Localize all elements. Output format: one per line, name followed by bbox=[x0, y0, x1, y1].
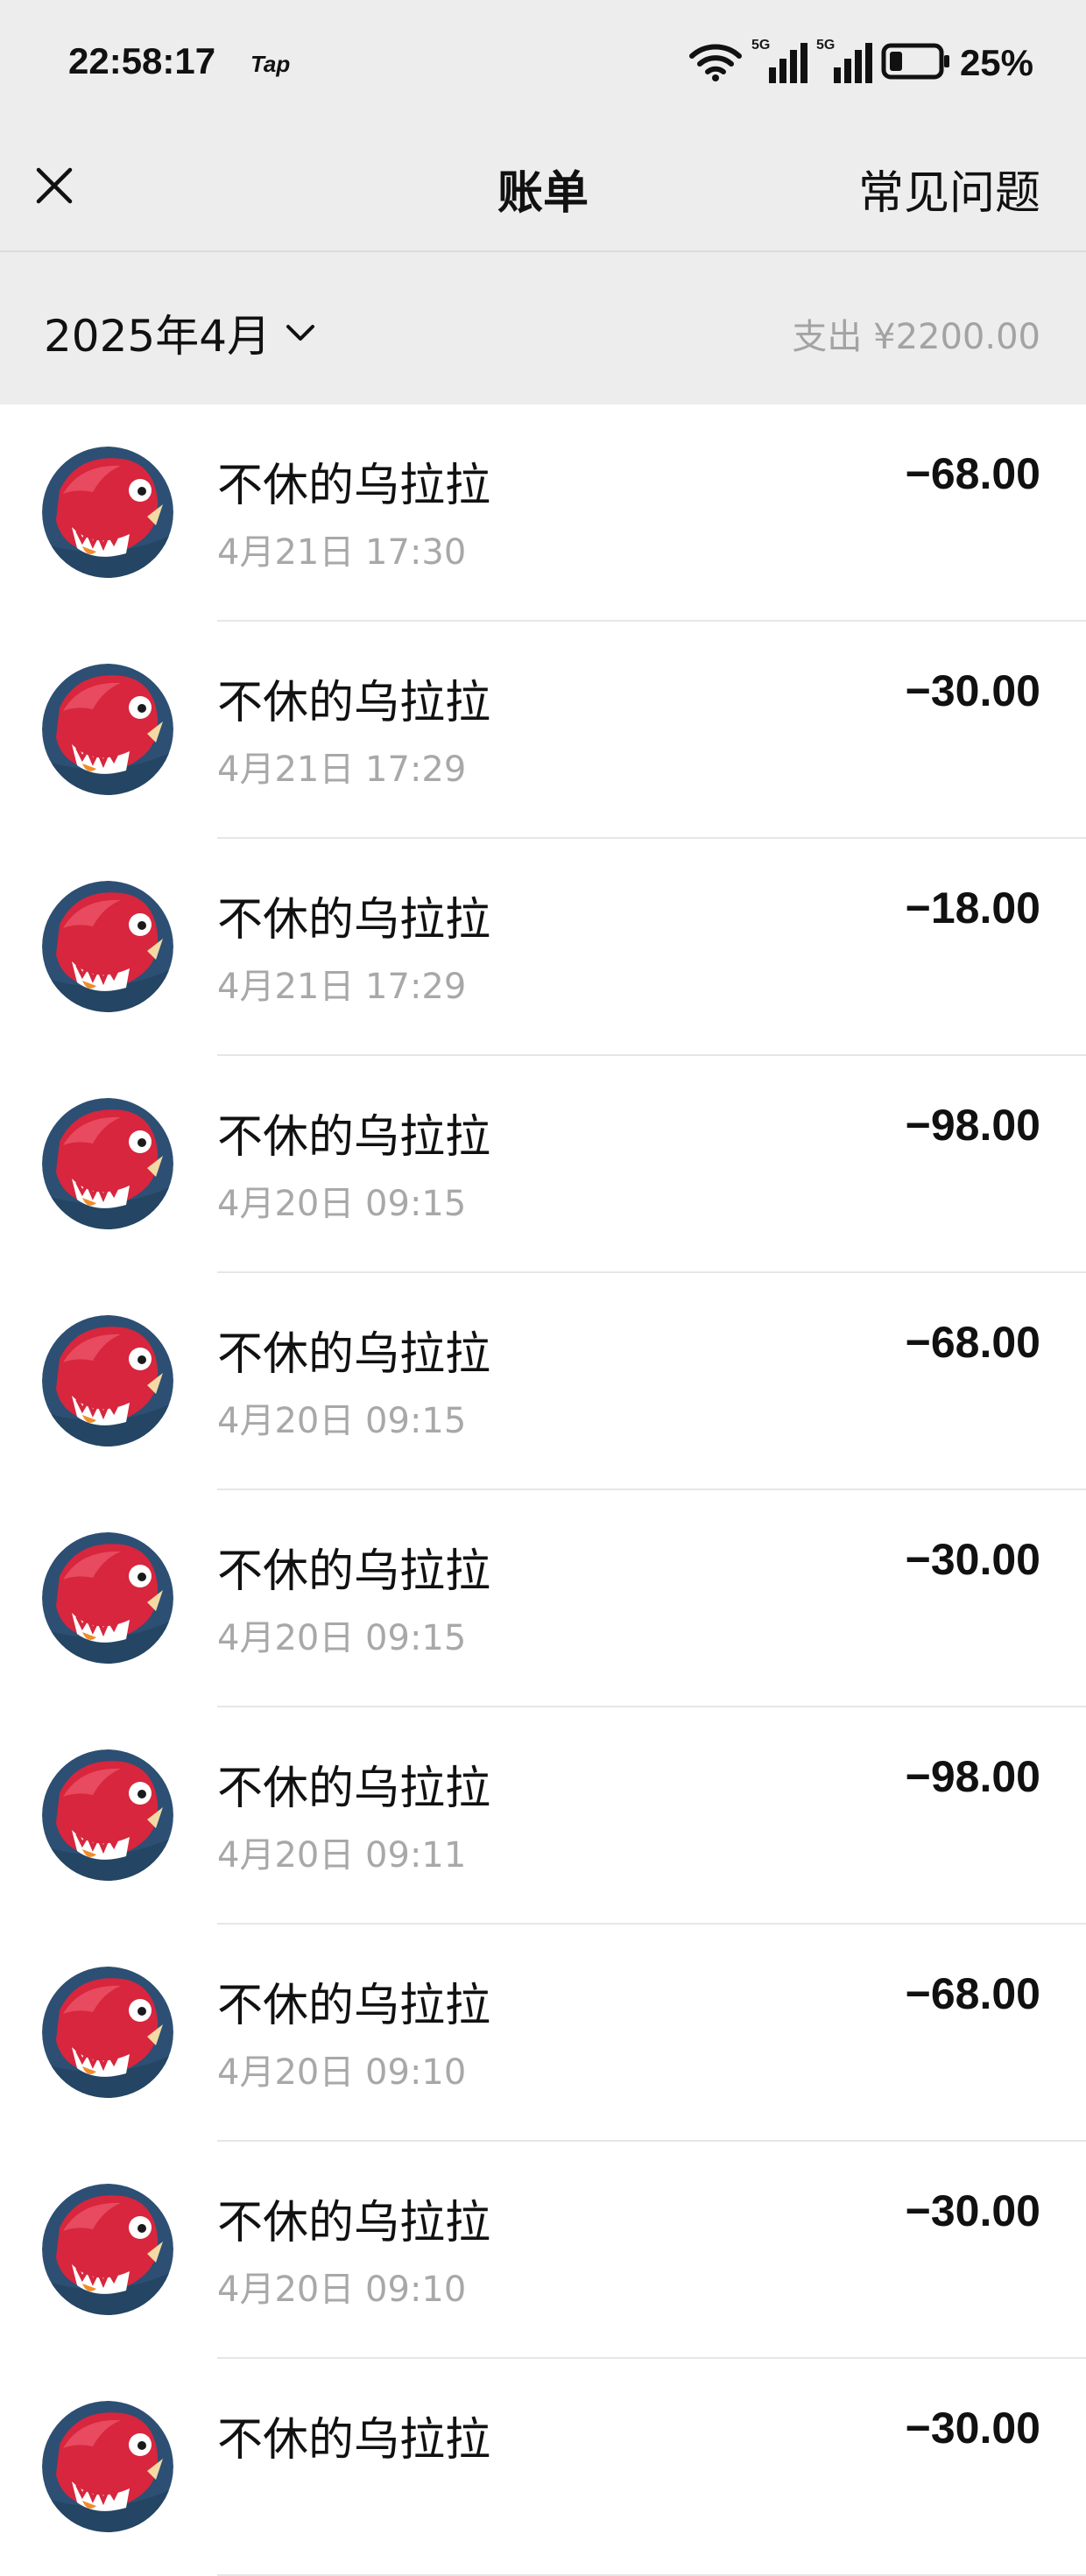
month-bar: 2025年4月 支出 ¥2200.00 bbox=[0, 252, 1086, 405]
transaction-time: 4月20日 09:15 bbox=[217, 1401, 467, 1441]
transaction-row[interactable]: 不休的乌拉拉 4月21日 17:30 −68.00 bbox=[0, 405, 1086, 622]
transaction-time: 4月20日 09:15 bbox=[217, 1618, 467, 1658]
transaction-merchant: 不休的乌拉拉 bbox=[217, 2197, 491, 2249]
transaction-merchant: 不休的乌拉拉 bbox=[217, 1545, 491, 1598]
cellular-signal-icon-2: 5G bbox=[815, 38, 872, 85]
avatar bbox=[42, 2184, 173, 2315]
red-dinosaur-avatar-icon bbox=[42, 1532, 173, 1664]
transaction-merchant: 不休的乌拉拉 bbox=[217, 894, 491, 947]
transaction-merchant: 不休的乌拉拉 bbox=[217, 1328, 491, 1381]
transaction-amount: −30.00 bbox=[905, 2404, 1040, 2453]
battery-percentage: 25% bbox=[959, 42, 1033, 83]
wifi-icon bbox=[688, 40, 743, 86]
red-dinosaur-avatar-icon bbox=[42, 447, 173, 578]
transaction-amount: −30.00 bbox=[905, 666, 1040, 715]
red-dinosaur-avatar-icon bbox=[42, 1967, 173, 2098]
status-time: 22:58:17 bbox=[68, 40, 216, 81]
transaction-row[interactable]: 不休的乌拉拉 4月20日 09:10 −30.00 bbox=[0, 2142, 1086, 2359]
transaction-list: 不休的乌拉拉 4月21日 17:30 −68.00 不休的乌拉拉 4月21日 1… bbox=[0, 405, 1086, 2576]
transaction-amount: −98.00 bbox=[905, 1752, 1040, 1801]
transaction-merchant: 不休的乌拉拉 bbox=[217, 460, 491, 512]
red-dinosaur-avatar-icon bbox=[42, 664, 173, 795]
network-type-label: 5G bbox=[751, 38, 771, 53]
transaction-row[interactable]: 不休的乌拉拉 4月20日 09:10 −68.00 bbox=[0, 1925, 1086, 2142]
red-dinosaur-avatar-icon bbox=[42, 1749, 173, 1881]
transaction-amount: −68.00 bbox=[905, 1969, 1040, 2018]
transaction-amount: −68.00 bbox=[905, 449, 1040, 498]
transaction-row[interactable]: 不休的乌拉拉 4月20日 09:11 −98.00 bbox=[0, 1707, 1086, 1925]
transaction-amount: −30.00 bbox=[905, 2186, 1040, 2235]
transaction-time: 4月20日 09:10 bbox=[217, 2052, 467, 2093]
avatar bbox=[42, 664, 173, 795]
chevron-down-icon bbox=[286, 325, 315, 341]
month-selector[interactable]: 2025年4月 bbox=[44, 301, 318, 364]
avatar bbox=[42, 1098, 173, 1229]
transaction-time: 4月20日 09:15 bbox=[217, 1184, 467, 1224]
transaction-merchant: 不休的乌拉拉 bbox=[217, 1763, 491, 1815]
transaction-time: 4月21日 17:30 bbox=[217, 532, 467, 573]
transaction-time: 4月21日 17:29 bbox=[217, 750, 467, 790]
transaction-time: 4月20日 09:11 bbox=[217, 1835, 467, 1876]
transaction-amount: −68.00 bbox=[905, 1318, 1040, 1367]
transaction-amount: −98.00 bbox=[905, 1101, 1040, 1150]
transaction-row[interactable]: 不休的乌拉拉 4月20日 09:15 −98.00 bbox=[0, 1056, 1086, 1273]
red-dinosaur-avatar-icon bbox=[42, 2401, 173, 2532]
transaction-time: 4月20日 09:10 bbox=[217, 2270, 467, 2310]
cellular-signal-icon: 5G bbox=[751, 38, 807, 85]
status-bar: 22:58:17 Tap 5G 5G 25% bbox=[0, 0, 1086, 130]
avatar bbox=[42, 1749, 173, 1881]
battery-icon bbox=[881, 42, 951, 84]
red-dinosaur-avatar-icon bbox=[42, 1098, 173, 1229]
avatar bbox=[42, 1967, 173, 2098]
transaction-amount: −18.00 bbox=[905, 883, 1040, 933]
transaction-row[interactable]: 不休的乌拉拉 4月21日 17:29 −18.00 bbox=[0, 839, 1086, 1056]
month-expense-summary: 支出 ¥2200.00 bbox=[792, 317, 1040, 357]
month-label: 2025年4月 bbox=[44, 311, 272, 362]
avatar bbox=[42, 1315, 173, 1446]
red-dinosaur-avatar-icon bbox=[42, 881, 173, 1012]
transaction-row[interactable]: 不休的乌拉拉 −30.00 bbox=[0, 2359, 1086, 2576]
transaction-amount: −30.00 bbox=[905, 1535, 1040, 1584]
avatar bbox=[42, 447, 173, 578]
transaction-row[interactable]: 不休的乌拉拉 4月21日 17:29 −30.00 bbox=[0, 622, 1086, 839]
transaction-row[interactable]: 不休的乌拉拉 4月20日 09:15 −68.00 bbox=[0, 1273, 1086, 1490]
network-type-label-2: 5G bbox=[815, 38, 836, 53]
transaction-row[interactable]: 不休的乌拉拉 4月20日 09:15 −30.00 bbox=[0, 1490, 1086, 1707]
transaction-time: 4月21日 17:29 bbox=[217, 967, 467, 1007]
avatar bbox=[42, 881, 173, 1012]
transaction-merchant: 不休的乌拉拉 bbox=[217, 1111, 491, 1164]
red-dinosaur-avatar-icon bbox=[42, 1315, 173, 1446]
faq-link[interactable]: 常见问题 bbox=[858, 156, 1040, 222]
transaction-merchant: 不休的乌拉拉 bbox=[217, 677, 491, 729]
transaction-merchant: 不休的乌拉拉 bbox=[217, 2414, 491, 2467]
status-indicators: 5G 5G 25% bbox=[688, 38, 1033, 88]
nav-bar: 账单 常见问题 bbox=[0, 130, 1086, 252]
red-dinosaur-avatar-icon bbox=[42, 2184, 173, 2315]
avatar bbox=[42, 1532, 173, 1664]
status-tap-label: Tap bbox=[250, 51, 291, 77]
transaction-merchant: 不休的乌拉拉 bbox=[217, 1980, 491, 2032]
avatar bbox=[42, 2401, 173, 2532]
